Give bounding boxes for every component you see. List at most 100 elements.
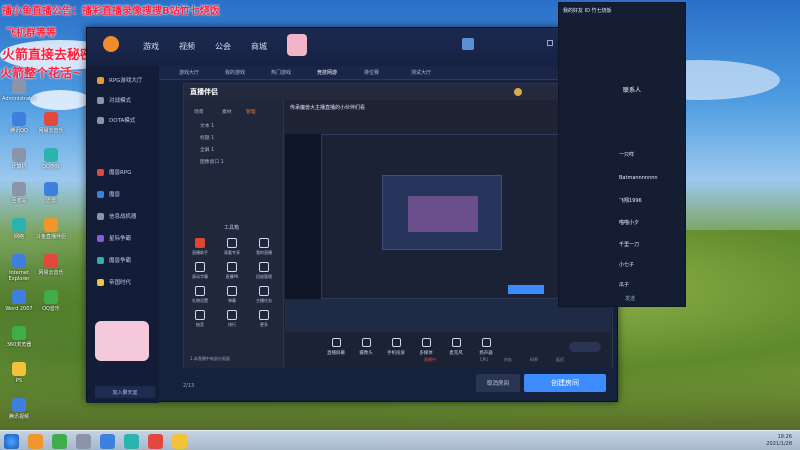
tool-rank[interactable]: 排行	[220, 310, 244, 328]
source-item[interactable]: 标题 1	[200, 134, 214, 141]
ticker-icon	[195, 262, 205, 272]
sidebar-item-starcraft[interactable]: 星际争霸	[97, 232, 131, 244]
nav-video[interactable]: 视频	[179, 41, 195, 52]
viewer-icon	[227, 238, 237, 248]
status-live: 直播中	[424, 357, 436, 362]
add-media-button[interactable]: 多媒体	[415, 338, 437, 356]
tab-arena[interactable]: 竞技网游	[317, 69, 337, 76]
computer-icon	[12, 148, 26, 162]
stream-title[interactable]: 传承魔兽大主播直播的小伙伴们看	[290, 104, 365, 111]
source-item[interactable]: 图像窗口 1	[200, 158, 224, 165]
nav-guild[interactable]: 公会	[215, 41, 231, 52]
speaker-button[interactable]: 扬声器	[475, 338, 497, 356]
desktop-icon[interactable]: 腾讯视频	[2, 398, 36, 420]
desktop-icon[interactable]: 腾讯QQ	[2, 112, 36, 134]
sidebar-item-battle[interactable]: 对战模式	[97, 94, 131, 106]
tab-test[interactable]: 测试大厅	[411, 69, 431, 76]
join-room-button[interactable]: 加入聚天室	[95, 386, 155, 398]
desktop-icon[interactable]: 360浏览器	[2, 326, 36, 348]
video-icon	[12, 398, 26, 412]
sidebar-item-info[interactable]: 信息战机器	[97, 210, 137, 222]
sidebar-item-dota[interactable]: DOTA模式	[97, 114, 135, 126]
user-icon	[12, 80, 26, 94]
sidebar-item-war3rpg[interactable]: 魔兽RPG	[97, 166, 131, 178]
desktop-icon[interactable]: PS	[2, 362, 36, 384]
desktop-icon[interactable]: 迅雷	[34, 182, 68, 204]
desktop-icon[interactable]: 网易云音乐	[34, 254, 68, 276]
tab-scene[interactable]: 场景	[194, 108, 204, 115]
desktop-icon[interactable]: Internet Explorer	[2, 254, 36, 282]
tool-stream-assistant[interactable]: 直播助手	[188, 238, 212, 256]
desktop-icon[interactable]: Word 2007	[2, 290, 36, 312]
tab-hot[interactable]: 热门游戏	[271, 69, 291, 76]
replay-icon	[259, 262, 269, 272]
desktop-icon[interactable]: 计算机	[2, 148, 36, 170]
tool-viewer[interactable]: 观看专享	[220, 238, 244, 256]
nav-shop[interactable]: 商城	[251, 41, 267, 52]
desktop-icon[interactable]: Administrator	[2, 80, 36, 102]
firefox-icon[interactable]	[28, 434, 43, 449]
avatar[interactable]	[462, 38, 474, 50]
go-live-toggle[interactable]	[569, 342, 601, 352]
chat-message: 瓜子	[619, 282, 630, 288]
add-screen-button[interactable]: 直播屏幕	[325, 338, 347, 356]
tab-ranked[interactable]: 排位赛	[364, 69, 379, 76]
desktop-icon[interactable]: 斗鱼直播伴侣	[34, 218, 68, 240]
more-icon	[259, 310, 269, 320]
app-icon[interactable]	[124, 434, 139, 449]
chat-header: 我的好友 ID 竹七烧饭	[563, 8, 612, 14]
tool-more[interactable]: 更多	[252, 310, 276, 328]
sidebar-item-empire[interactable]: 帝国时代	[97, 276, 131, 288]
tool-replay[interactable]: 回放管理	[252, 262, 276, 280]
mic-button[interactable]: 麦克风	[445, 338, 467, 356]
add-phone-button[interactable]: 手机投屏	[385, 338, 407, 356]
desktop-icon[interactable]: QQ游戏	[34, 148, 68, 170]
phone-icon	[391, 338, 401, 347]
tool-my-stream[interactable]: 我的直播	[252, 238, 276, 256]
sidebar-item-warcraft[interactable]: 魔兽争霸	[97, 254, 131, 266]
desktop-icon[interactable]: 网络	[2, 218, 36, 240]
nav-game[interactable]: 游戏	[143, 41, 159, 52]
qq-icon	[12, 112, 26, 126]
warcraft-icon	[97, 256, 104, 264]
tab-my-games[interactable]: 我的游戏	[225, 69, 245, 76]
add-camera-button[interactable]: 摄像头	[355, 338, 377, 356]
starcraft-icon	[97, 234, 104, 242]
cancel-room-button[interactable]: 取消房间	[476, 374, 520, 392]
tool-ticker[interactable]: 滚动字幕	[188, 262, 212, 280]
qqmusic-icon	[44, 290, 58, 304]
assistant-icon	[195, 238, 205, 248]
avatar[interactable]	[514, 88, 522, 96]
tab-lobby[interactable]: 游戏大厅	[179, 69, 199, 76]
browser-icon	[12, 326, 26, 340]
desktop-icon[interactable]: 网易云音乐	[34, 112, 68, 134]
tool-lottery[interactable]: 抽奖	[188, 310, 212, 328]
douyu-icon[interactable]	[148, 434, 163, 449]
folder-icon[interactable]	[172, 434, 187, 449]
tool-tasks[interactable]: 主播任务	[252, 286, 276, 304]
chrome-icon[interactable]	[52, 434, 67, 449]
left-sidebar: RPG游戏大厅 对战模式 DOTA模式 魔兽RPG 魔兽 信息战机器 星际争霸 …	[87, 66, 159, 403]
chat-tab-contacts[interactable]: 联系人	[623, 85, 641, 94]
create-room-button[interactable]: 创建房间	[524, 374, 606, 392]
send-button[interactable]: 发送	[625, 295, 635, 302]
tool-gifts[interactable]: 礼物设置	[188, 286, 212, 304]
taskbar: 18:26 2021/1/28	[0, 430, 800, 450]
desktop-icon[interactable]: QQ音乐	[34, 290, 68, 312]
game-client-icon[interactable]	[100, 434, 115, 449]
desktop-icon[interactable]: 回收站	[2, 182, 36, 204]
sidebar-item-rpg[interactable]: RPG游戏大厅	[97, 74, 142, 86]
tool-pk[interactable]: 直播PK	[220, 262, 244, 280]
app-icon[interactable]	[76, 434, 91, 449]
source-item[interactable]: 文本 1	[200, 122, 214, 129]
source-item[interactable]: 全屏 1	[200, 146, 214, 153]
tab-manage[interactable]: 管理	[246, 108, 256, 115]
battle-icon	[97, 96, 104, 104]
tab-material[interactable]: 素材	[222, 108, 232, 115]
minimize-icon[interactable]	[547, 40, 553, 46]
tool-danmaku[interactable]: 弹幕	[220, 286, 244, 304]
ps-icon	[12, 362, 26, 376]
taskbar-clock[interactable]: 18:26 2021/1/28	[766, 434, 792, 448]
sidebar-item-war3[interactable]: 魔兽	[97, 188, 120, 200]
start-button-icon[interactable]	[4, 434, 19, 449]
